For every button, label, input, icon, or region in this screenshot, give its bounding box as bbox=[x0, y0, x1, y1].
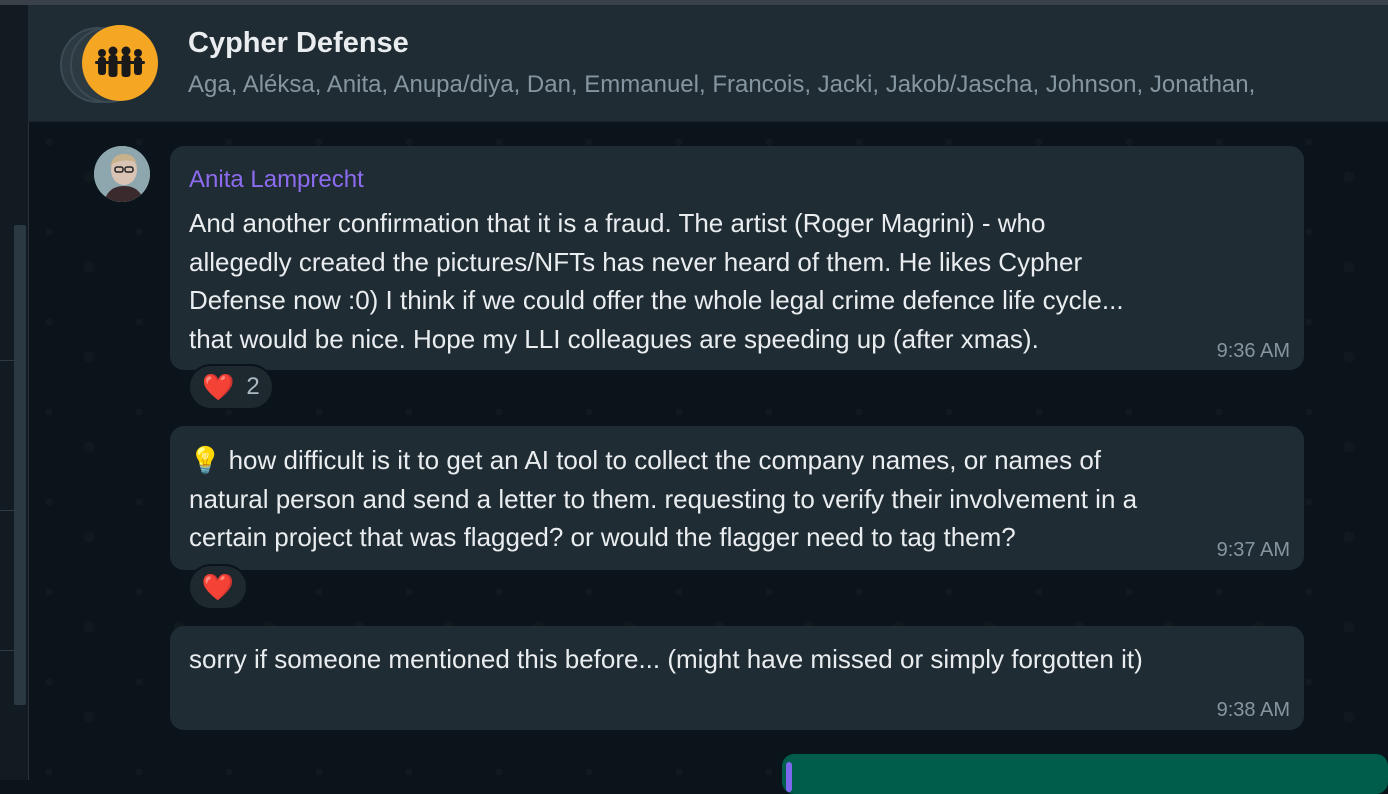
chat-list-edge bbox=[0, 5, 29, 780]
message-time: 9:37 AM bbox=[1216, 539, 1290, 561]
message-bubble[interactable]: 💡 how difficult is it to get an AI tool … bbox=[170, 426, 1304, 570]
group-avatar-stack[interactable] bbox=[60, 25, 160, 103]
message-text: 💡 how difficult is it to get an AI tool … bbox=[189, 441, 1289, 557]
message-time: 9:36 AM bbox=[1216, 340, 1290, 362]
heart-icon: ❤️ bbox=[202, 371, 235, 402]
chat-header[interactable]: Cypher Defense Aga, Aléksa, Anita, Anupa… bbox=[28, 5, 1388, 122]
message-bubble[interactable]: sorry if someone mentioned this before..… bbox=[170, 626, 1304, 730]
scrollbar[interactable] bbox=[14, 225, 26, 705]
group-logo-icon bbox=[95, 46, 145, 77]
outgoing-message-bubble[interactable] bbox=[782, 754, 1388, 794]
lightbulb-icon: 💡 bbox=[189, 445, 222, 475]
message-time: 9:38 AM bbox=[1216, 699, 1290, 721]
sender-avatar[interactable] bbox=[94, 146, 150, 202]
person-avatar-icon bbox=[94, 146, 150, 202]
group-title[interactable]: Cypher Defense bbox=[188, 27, 409, 60]
reaction-badge[interactable]: ❤️ bbox=[188, 564, 248, 610]
group-avatar[interactable] bbox=[82, 25, 158, 101]
message-text: sorry if someone mentioned this before..… bbox=[189, 644, 1143, 674]
reaction-badge[interactable]: ❤️ 2 bbox=[188, 364, 274, 410]
message-bubble[interactable]: Anita Lamprecht And another confirmation… bbox=[170, 146, 1304, 370]
quote-bar bbox=[786, 762, 792, 792]
divider bbox=[0, 650, 14, 651]
heart-icon: ❤️ bbox=[201, 571, 235, 602]
reaction-count: 2 bbox=[246, 373, 260, 400]
divider bbox=[0, 360, 14, 361]
message-body: how difficult is it to get an AI tool to… bbox=[189, 445, 1138, 552]
sender-name[interactable]: Anita Lamprecht bbox=[189, 166, 364, 194]
message-text: And another confirmation that it is a fr… bbox=[189, 208, 1124, 354]
group-members[interactable]: Aga, Aléksa, Anita, Anupa/diya, Dan, Emm… bbox=[188, 71, 1388, 99]
divider bbox=[0, 510, 14, 511]
